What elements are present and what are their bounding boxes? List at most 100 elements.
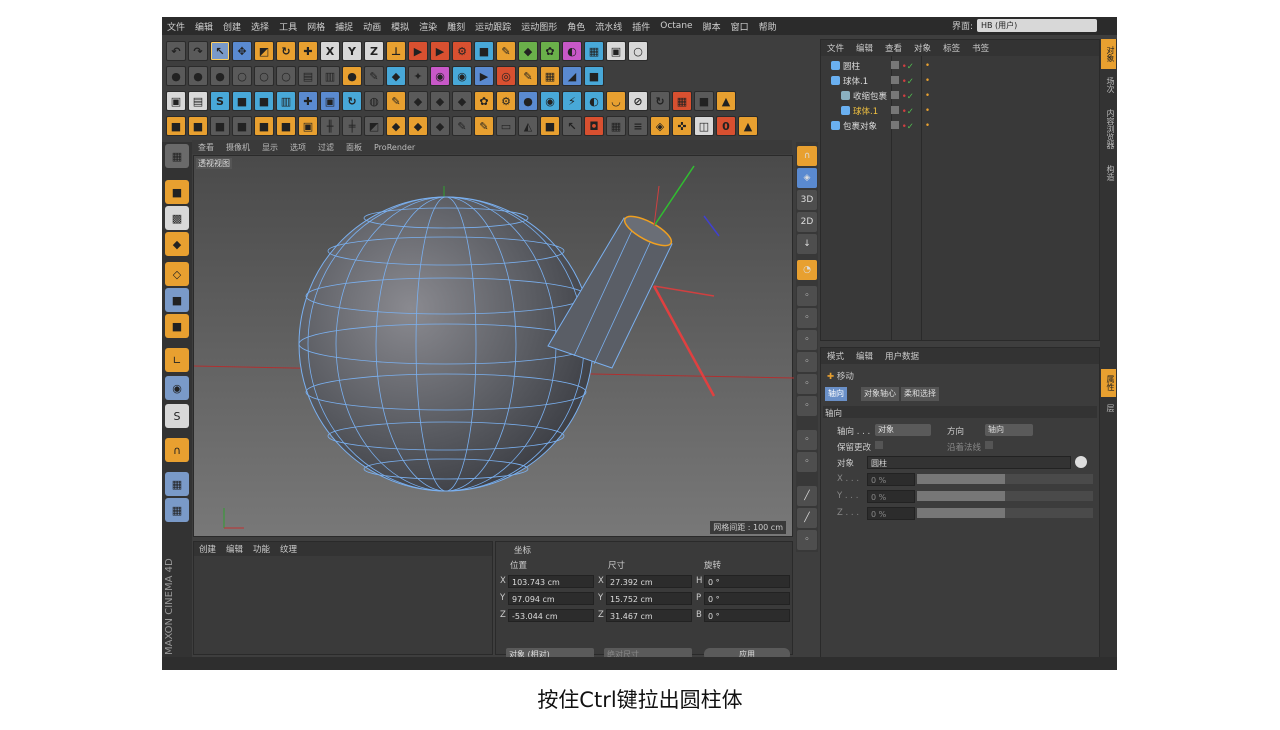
cloner-icon[interactable]: ✿ <box>540 41 560 61</box>
plugin-icon-16[interactable]: ◎ <box>496 66 516 86</box>
sphere-icon-2[interactable]: ◉ <box>540 91 560 111</box>
tool-icon-11[interactable]: ◆ <box>386 116 406 136</box>
xyz-slider[interactable] <box>917 508 1093 518</box>
triangle-icon[interactable]: ▲ <box>716 91 736 111</box>
polygons-mode-icon[interactable]: ■ <box>165 314 189 338</box>
trash-icon[interactable]: ▥ <box>276 91 296 111</box>
x-axis-icon[interactable]: X <box>320 41 340 61</box>
tool-icon-12[interactable]: ◆ <box>408 116 428 136</box>
tab-soft-selection[interactable]: 柔和选择 <box>901 387 939 401</box>
image-viewer-icon[interactable]: ▣ <box>166 91 186 111</box>
tag-icon[interactable]: • <box>925 61 930 71</box>
brush-icon[interactable]: ✎ <box>386 91 406 111</box>
tool-icon-5[interactable]: ■ <box>254 116 274 136</box>
coord-rot-field[interactable]: 0 ° <box>704 575 790 588</box>
cube-icon-2[interactable]: ■ <box>694 91 714 111</box>
shape-icon[interactable]: ◍ <box>364 91 384 111</box>
visibility-icon[interactable]: •✓ <box>891 90 917 102</box>
snap-3d-icon[interactable]: ◈ <box>797 168 817 188</box>
psr-icon[interactable]: 0 <box>716 116 736 136</box>
tool-icon-21[interactable]: ▦ <box>606 116 626 136</box>
layout-selector[interactable]: 界面: HB (用户) <box>952 19 1097 32</box>
s-plugin-icon[interactable]: S <box>210 91 230 111</box>
plugin-icon-18[interactable]: ▦ <box>540 66 560 86</box>
material-menu-item[interactable]: 编辑 <box>221 543 248 555</box>
snap-axis-icon[interactable]: ◦ <box>797 374 817 394</box>
axis-mode-icon[interactable]: ∟ <box>165 348 189 372</box>
menu-item[interactable]: 雕刻 <box>442 20 470 33</box>
lightning-icon[interactable]: ⚡ <box>562 91 582 111</box>
tag-icon[interactable]: • <box>925 121 930 131</box>
tool-icon-10[interactable]: ◩ <box>364 116 384 136</box>
tool-icon-19[interactable]: ↖ <box>562 116 582 136</box>
floor-icon[interactable]: ▦ <box>584 41 604 61</box>
edges-mode-icon[interactable]: ■ <box>165 288 189 312</box>
tool-icon-8[interactable]: ╫ <box>320 116 340 136</box>
viewport-menu-item[interactable]: 查看 <box>192 142 220 153</box>
snap-spline-icon[interactable]: ◦ <box>797 352 817 372</box>
plugin-icon-9[interactable]: ● <box>342 66 362 86</box>
magnet-snap-icon[interactable]: ∩ <box>797 146 817 166</box>
menu-item[interactable]: 脚本 <box>698 20 726 33</box>
tool-icon-25[interactable]: ◫ <box>694 116 714 136</box>
xyz-slider[interactable] <box>917 491 1093 501</box>
snap-poly-icon[interactable]: ◦ <box>797 330 817 350</box>
tab-object-axis[interactable]: 对象轴心 <box>861 387 899 401</box>
om-menu-item[interactable]: 查看 <box>879 42 908 54</box>
xyz-value-field[interactable]: 0 % <box>867 490 915 503</box>
menu-item[interactable]: 动画 <box>358 20 386 33</box>
dir-dropdown[interactable]: 轴向 <box>985 424 1033 436</box>
viewport-menu-item[interactable]: 选项 <box>284 142 312 153</box>
sphere-icon[interactable]: ● <box>518 91 538 111</box>
menu-item[interactable]: 角色 <box>562 20 590 33</box>
tool-icon-7[interactable]: ▣ <box>298 116 318 136</box>
tool-icon-18[interactable]: ■ <box>540 116 560 136</box>
scale-tool-icon[interactable]: ◩ <box>254 41 274 61</box>
snap-point-icon[interactable]: ◦ <box>797 286 817 306</box>
tweak-mode-icon[interactable]: ◉ <box>165 376 189 400</box>
tag-icon[interactable]: ⚙ <box>496 91 516 111</box>
snap-3d-label-icon[interactable]: 3D <box>797 190 817 210</box>
material-menu-item[interactable]: 创建 <box>194 543 221 555</box>
grid-icon-2[interactable]: ▣ <box>320 91 340 111</box>
y-axis-icon[interactable]: Y <box>342 41 362 61</box>
viewport-menu-item[interactable]: ProRender <box>368 143 421 152</box>
poly-icon-2[interactable]: ◆ <box>430 91 450 111</box>
deformer-icon[interactable]: ◐ <box>562 41 582 61</box>
xyz-slider[interactable] <box>917 474 1093 484</box>
texture-mode-icon[interactable]: ▩ <box>165 206 189 230</box>
am-menu-item[interactable]: 用户数据 <box>879 350 925 362</box>
select-tool-icon[interactable]: ↖ <box>210 41 230 61</box>
om-menu-item[interactable]: 对象 <box>908 42 937 54</box>
tool-icon-3[interactable]: ■ <box>210 116 230 136</box>
snap-s-icon[interactable]: S <box>165 404 189 428</box>
tab-takes[interactable]: 场次 <box>1101 71 1116 99</box>
menu-item[interactable]: 运动跟踪 <box>470 20 516 33</box>
menu-item[interactable]: 选择 <box>246 20 274 33</box>
object-link-field[interactable]: 圆柱 <box>867 456 1071 469</box>
poly-icon[interactable]: ◆ <box>408 91 428 111</box>
plugin-icon-13[interactable]: ◉ <box>430 66 450 86</box>
sphere-icon-3[interactable]: ◐ <box>584 91 604 111</box>
tool-icon-2[interactable]: ■ <box>188 116 208 136</box>
snap-2d-label-icon[interactable]: 2D <box>797 212 817 232</box>
add-tool-icon[interactable]: ✚ <box>298 41 318 61</box>
tool-icon-15[interactable]: ✎ <box>474 116 494 136</box>
tab-attributes[interactable]: 属性 <box>1101 369 1116 397</box>
plugin-icon-5[interactable]: ○ <box>254 66 274 86</box>
snap-down-icon[interactable]: ↓ <box>797 234 817 254</box>
coord-size-field[interactable]: 27.392 cm <box>606 575 692 588</box>
tag-icon[interactable]: • <box>925 106 930 116</box>
menu-item[interactable]: 网格 <box>302 20 330 33</box>
tool-icon-4[interactable]: ■ <box>232 116 252 136</box>
visibility-icon[interactable]: •✓ <box>891 120 917 132</box>
tool-icon-1[interactable]: ■ <box>166 116 186 136</box>
tab-content-browser[interactable]: 内容浏览器 <box>1101 101 1116 157</box>
layout-dropdown[interactable]: HB (用户) <box>977 19 1097 32</box>
move-tool-icon[interactable]: ✥ <box>232 41 252 61</box>
guide-icon-2[interactable]: ╱ <box>797 508 817 528</box>
tool-icon-13[interactable]: ◆ <box>430 116 450 136</box>
tool-icon-20[interactable]: ◘ <box>584 116 604 136</box>
poly-icon-3[interactable]: ◆ <box>452 91 472 111</box>
plugin-icon-14[interactable]: ◉ <box>452 66 472 86</box>
